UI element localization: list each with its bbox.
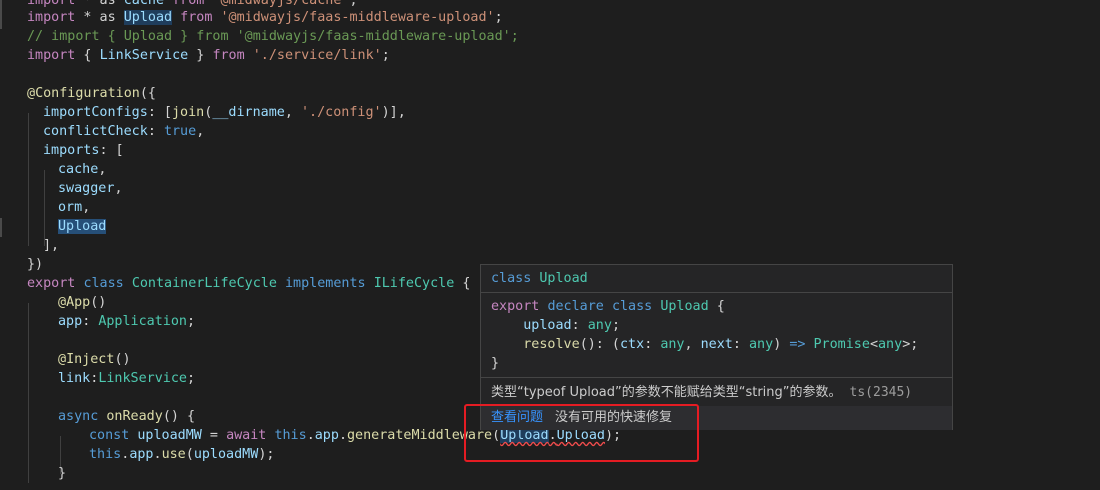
hover-title: class Upload: [491, 271, 588, 286]
code-line[interactable]: importConfigs: [join(__dirname, './confi…: [43, 103, 406, 122]
code-line[interactable]: orm,: [58, 198, 90, 217]
code-line[interactable]: @Inject(): [58, 350, 131, 369]
code-line[interactable]: import { LinkService } from './service/l…: [27, 46, 390, 65]
annotation-highlight-box: [464, 404, 699, 462]
hover-signature: export declare class Upload {: [491, 299, 725, 314]
code-line[interactable]: ],: [43, 236, 59, 255]
code-line[interactable]: imports: [: [43, 141, 124, 160]
code-line[interactable]: cache,: [58, 160, 106, 179]
code-line[interactable]: swagger,: [58, 179, 123, 198]
gutter-change-marker: [0, 218, 2, 237]
hover-signature: }: [491, 356, 500, 371]
error-code: ts(2345): [849, 385, 913, 400]
code-line[interactable]: // import { Upload } from '@midwayjs/faa…: [27, 27, 519, 46]
code-line[interactable]: Upload: [58, 217, 107, 236]
indent-guide: [28, 303, 29, 483]
code-line[interactable]: this.app.use(uploadMW);: [89, 445, 274, 464]
code-line[interactable]: link:LinkService;: [58, 369, 195, 388]
code-line[interactable]: export class ContainerLifeCycle implemen…: [27, 274, 470, 293]
hover-signature: resolve(): (ctx: any, next: any) => Prom…: [491, 337, 919, 352]
code-line[interactable]: import * as Upload from '@midwayjs/faas-…: [27, 8, 503, 27]
indent-guide: [44, 170, 45, 246]
code-line[interactable]: conflictCheck: true,: [43, 122, 204, 141]
code-line[interactable]: @Configuration({: [27, 84, 156, 103]
hover-signature: upload: any;: [491, 318, 620, 333]
code-line[interactable]: }: [58, 464, 66, 483]
code-line[interactable]: app: Application;: [58, 312, 195, 331]
hover-divider: [481, 377, 952, 378]
code-line[interactable]: }): [27, 255, 43, 274]
error-message: 类型“typeof Upload”的参数不能赋给类型“string”的参数。 ts…: [491, 385, 913, 400]
code-line[interactable]: @App(): [58, 293, 106, 312]
indent-guide: [28, 113, 29, 246]
code-line[interactable]: async onReady() {: [58, 407, 195, 426]
gutter-change-marker: [0, 10, 2, 29]
hover-divider: [481, 292, 952, 293]
gutter-change-marker: [0, 0, 2, 10]
